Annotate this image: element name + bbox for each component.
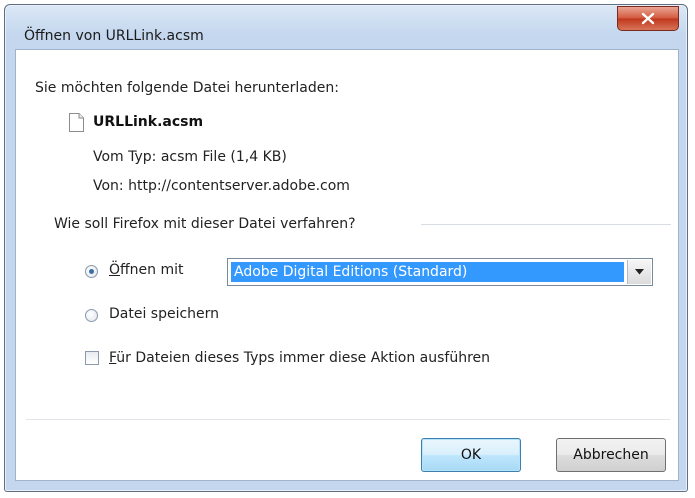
chevron-down-icon	[635, 269, 644, 275]
button-separator	[26, 419, 670, 420]
file-name: URLLink.acsm	[93, 114, 204, 130]
ok-button[interactable]: OK	[421, 438, 521, 472]
file-type: Vom Typ: acsm File (1,4 KB)	[93, 149, 287, 165]
always-do-this-checkbox[interactable]	[85, 351, 99, 365]
file-source: Von: http://contentserver.adobe.com	[93, 178, 350, 194]
dialog-body: Sie möchten folgende Datei herunterladen…	[15, 49, 679, 481]
save-file-radio[interactable]	[85, 309, 98, 322]
close-icon	[641, 12, 655, 25]
close-button[interactable]	[617, 6, 679, 31]
download-prompt: Sie möchten folgende Datei herunterladen…	[35, 80, 339, 96]
file-icon	[69, 113, 84, 132]
always-do-this-label[interactable]: Für Dateien dieses Typs immer diese Akti…	[109, 350, 490, 366]
group-divider	[421, 224, 671, 225]
cancel-button[interactable]: Abbrechen	[556, 438, 666, 472]
window-title: Öffnen von URLLink.acsm	[24, 28, 204, 44]
save-file-label[interactable]: Datei speichern	[109, 306, 219, 322]
open-with-label[interactable]: Öffnen mit	[109, 262, 184, 278]
dropdown-button[interactable]	[627, 260, 651, 284]
action-question: Wie soll Firefox mit dieser Datei verfah…	[54, 216, 356, 232]
title-bar: Öffnen von URLLink.acsm	[5, 5, 687, 49]
application-select-value: Adobe Digital Editions (Standard)	[231, 262, 624, 282]
download-dialog-window: Öffnen von URLLink.acsm Sie möchten folg…	[4, 4, 688, 492]
application-select[interactable]: Adobe Digital Editions (Standard)	[227, 258, 653, 286]
open-with-radio[interactable]	[85, 265, 98, 278]
